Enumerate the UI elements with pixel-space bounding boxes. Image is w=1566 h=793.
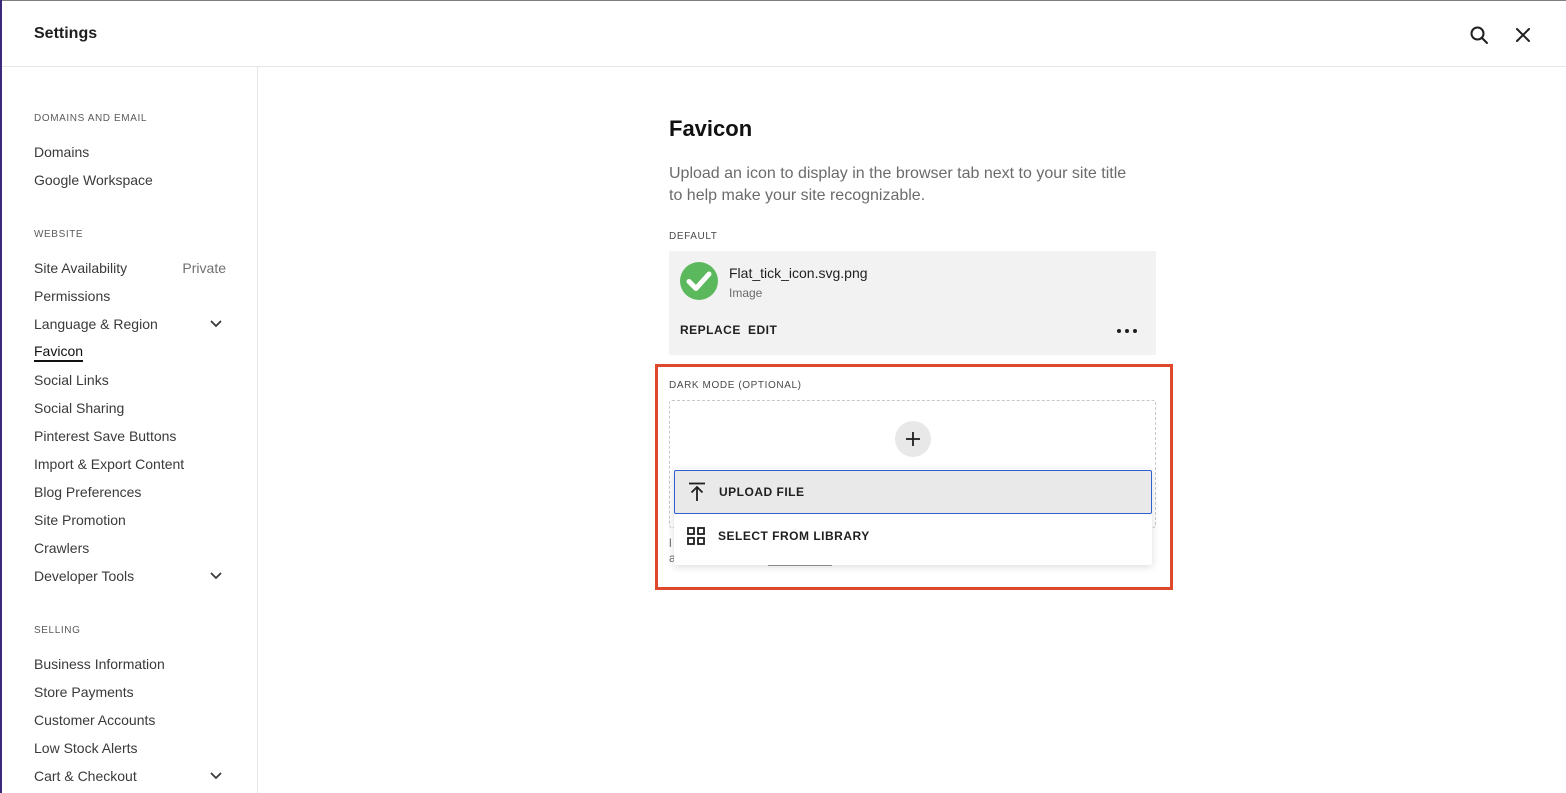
sidebar-item-crawlers[interactable]: Crawlers bbox=[34, 536, 226, 560]
section-label-domains-and-email: DOMAINS AND EMAIL bbox=[34, 113, 147, 124]
settings-sidebar: DOMAINS AND EMAIL Domains Google Workspa… bbox=[2, 67, 258, 793]
sidebar-item-label: Domains bbox=[34, 144, 90, 160]
sidebar-item-label: Customer Accounts bbox=[34, 712, 156, 728]
status-badge: Private bbox=[182, 260, 226, 276]
sidebar-item-business-information[interactable]: Business Information bbox=[34, 652, 226, 676]
file-type: Image bbox=[729, 286, 763, 300]
sidebar-item-label: Low Stock Alerts bbox=[34, 740, 138, 756]
edit-button[interactable]: EDIT bbox=[748, 323, 777, 337]
sidebar-item-label: Pinterest Save Buttons bbox=[34, 428, 177, 444]
sidebar-item-label: Google Workspace bbox=[34, 172, 153, 188]
more-options-button[interactable] bbox=[1113, 321, 1141, 341]
sidebar-item-favicon[interactable]: Favicon bbox=[34, 340, 226, 364]
default-label: DEFAULT bbox=[669, 231, 718, 242]
file-name: Flat_tick_icon.svg.png bbox=[729, 265, 868, 281]
sidebar-item-label: Business Information bbox=[34, 656, 165, 672]
more-horizontal-icon bbox=[1117, 329, 1137, 333]
sidebar-item-google-workspace[interactable]: Google Workspace bbox=[34, 168, 226, 192]
sidebar-item-label: Site Availability bbox=[34, 260, 128, 276]
chevron-down-icon bbox=[208, 316, 224, 332]
section-label-website: WEBSITE bbox=[34, 229, 84, 240]
sidebar-item-label: Developer Tools bbox=[34, 568, 135, 584]
sidebar-item-customer-accounts[interactable]: Customer Accounts bbox=[34, 708, 226, 732]
sidebar-item-language-region[interactable]: Language & Region bbox=[34, 312, 226, 336]
sidebar-item-label: Social Links bbox=[34, 372, 109, 388]
sidebar-item-import-export-content[interactable]: Import & Export Content bbox=[34, 452, 226, 476]
sidebar-item-label: Site Promotion bbox=[34, 512, 126, 528]
sidebar-item-low-stock-alerts[interactable]: Low Stock Alerts bbox=[34, 736, 226, 760]
search-button[interactable] bbox=[1465, 21, 1493, 49]
page-title: Settings bbox=[34, 25, 98, 42]
sidebar-item-label: Favicon bbox=[34, 343, 84, 362]
close-button[interactable] bbox=[1509, 21, 1537, 49]
check-circle-icon bbox=[680, 262, 718, 300]
settings-header: Settings bbox=[2, 1, 1566, 67]
sidebar-item-label: Language & Region bbox=[34, 316, 158, 332]
chevron-down-icon bbox=[208, 568, 224, 584]
sidebar-item-cart-checkout[interactable]: Cart & Checkout bbox=[34, 764, 226, 788]
sidebar-item-site-availability[interactable]: Site Availability Private bbox=[34, 256, 226, 280]
sidebar-item-pinterest-save-buttons[interactable]: Pinterest Save Buttons bbox=[34, 424, 226, 448]
sidebar-item-developer-tools[interactable]: Developer Tools bbox=[34, 564, 226, 588]
favicon-title: Favicon bbox=[669, 116, 753, 141]
sidebar-item-label: Permissions bbox=[34, 288, 111, 304]
sidebar-item-label: Cart & Checkout bbox=[34, 768, 137, 784]
sidebar-item-label: Store Payments bbox=[34, 684, 134, 700]
sidebar-item-site-promotion[interactable]: Site Promotion bbox=[34, 508, 226, 532]
highlight-annotation-box bbox=[655, 364, 1173, 590]
section-label-selling: SELLING bbox=[34, 625, 81, 636]
sidebar-item-social-links[interactable]: Social Links bbox=[34, 368, 226, 392]
chevron-down-icon bbox=[208, 768, 224, 784]
sidebar-item-blog-preferences[interactable]: Blog Preferences bbox=[34, 480, 226, 504]
sidebar-item-label: Blog Preferences bbox=[34, 484, 142, 500]
sidebar-item-label: Import & Export Content bbox=[34, 456, 185, 472]
sidebar-item-label: Crawlers bbox=[34, 540, 90, 556]
close-icon bbox=[1516, 28, 1530, 42]
replace-button[interactable]: REPLACE bbox=[680, 323, 741, 337]
sidebar-item-label: Social Sharing bbox=[34, 400, 125, 416]
search-icon bbox=[1470, 26, 1488, 44]
sidebar-item-social-sharing[interactable]: Social Sharing bbox=[34, 396, 226, 420]
favicon-description: Upload an icon to display in the browser… bbox=[669, 165, 1127, 204]
sidebar-item-store-payments[interactable]: Store Payments bbox=[34, 680, 226, 704]
sidebar-item-permissions[interactable]: Permissions bbox=[34, 284, 226, 308]
default-favicon-card: Flat_tick_icon.svg.png Image REPLACE EDI… bbox=[669, 251, 1156, 355]
sidebar-item-domains[interactable]: Domains bbox=[34, 140, 226, 164]
